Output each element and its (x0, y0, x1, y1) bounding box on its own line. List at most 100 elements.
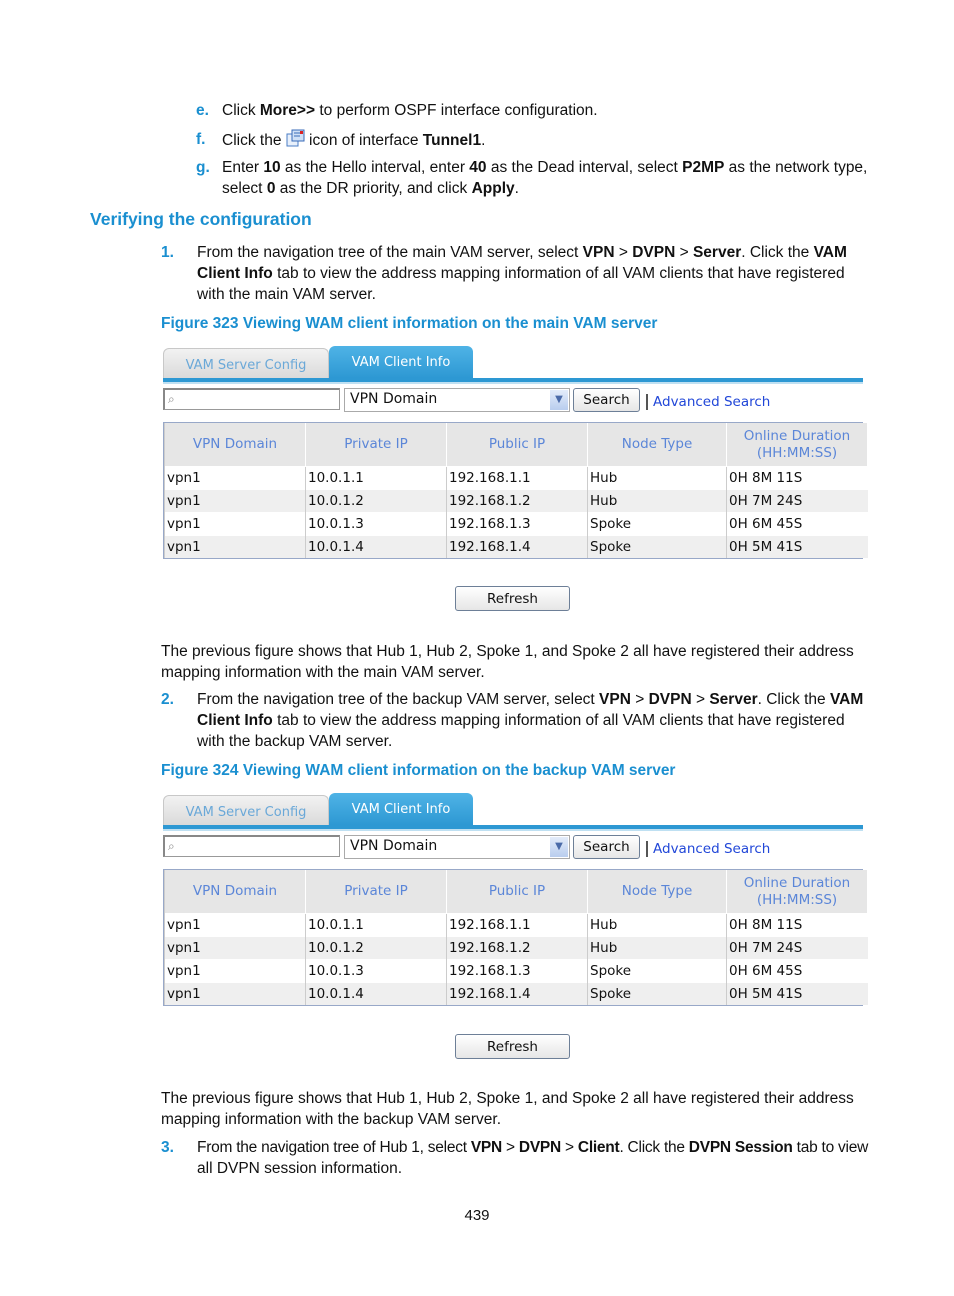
paragraph: The previous figure shows that Hub 1, Hu… (161, 643, 854, 681)
column-header[interactable]: Public IP (446, 870, 588, 914)
tab-vam-server-config[interactable]: VAM Server Config (163, 795, 329, 826)
advanced-search-link[interactable]: Advanced Search (653, 394, 770, 410)
table-row: vpn1 10.0.1.4 192.168.1.4 Spoke 0H 5M 41S (164, 535, 868, 558)
table-row: vpn1 10.0.1.3 192.168.1.3 Spoke 0H 6M 45S (164, 512, 868, 536)
advanced-search-link[interactable]: Advanced Search (653, 841, 770, 857)
refresh-button[interactable]: Refresh (455, 586, 570, 611)
table-cell: 0H 5M 41S (726, 982, 868, 1005)
client-table: VPN Domain Private IP Public IP Node Type On… (163, 869, 868, 1006)
vam-client-info-panel-main: VAM Server Config VAM Client Info ⌕ VPN … (163, 346, 868, 616)
search-bar: ⌕ VPN Domain ▼ Search Advanced Search (163, 835, 863, 861)
table-cell: Spoke (587, 512, 727, 536)
step-text-line: with the main VAM server. (197, 286, 376, 303)
refresh-button[interactable]: Refresh (455, 1034, 570, 1059)
table-cell: vpn1 (164, 535, 306, 558)
column-header[interactable]: Node Type (587, 423, 727, 467)
column-header[interactable]: Private IP (305, 870, 447, 914)
table-cell: vpn1 (164, 959, 306, 983)
bold-term: Server (709, 691, 758, 708)
table-cell: 192.168.1.3 (446, 959, 588, 983)
table-cell: 0H 6M 45S (726, 512, 868, 536)
column-header[interactable]: Online Duration (HH:MM:SS) (726, 870, 868, 914)
tab-bar: VAM Server Config VAM Client Info (163, 346, 863, 384)
step-marker: 3. (161, 1139, 174, 1156)
table-row: vpn1 10.0.1.1 192.168.1.1 Hub 0H 8M 11S (164, 466, 868, 490)
table-cell: 10.0.1.2 (305, 489, 447, 513)
bold-term: Client (577, 1139, 620, 1156)
search-button[interactable]: Search (573, 388, 640, 412)
table-cell: vpn1 (164, 982, 306, 1005)
tab-vam-server-config[interactable]: VAM Server Config (163, 348, 329, 379)
table-cell: 10.0.1.1 (305, 466, 447, 490)
table-cell: vpn1 (164, 913, 306, 937)
step-text-line: From the navigation tree of the main VAM… (197, 244, 847, 261)
step-text-line: all DVPN session information. (197, 1160, 403, 1177)
search-icon: ⌕ (168, 392, 175, 406)
chevron-down-icon[interactable]: ▼ (550, 837, 568, 857)
interface-edit-icon (286, 129, 305, 147)
bold-term: DVPN (518, 1139, 561, 1156)
search-field-select[interactable]: VPN Domain ▼ (344, 388, 570, 412)
table-cell: 0H 7M 24S (726, 489, 868, 513)
step-text: Click the icon of interface Tunnel1. (222, 129, 485, 151)
step-text-line: From the navigation tree of Hub 1, selec… (197, 1139, 869, 1156)
bold-term: P2MP (682, 159, 725, 176)
tab-vam-client-info[interactable]: VAM Client Info (329, 346, 473, 378)
step-marker: 2. (161, 691, 174, 708)
paragraph: The previous figure shows that Hub 1, Hu… (161, 1090, 854, 1128)
document-page: e. Click More>> to perform OSPF interfac… (0, 0, 954, 1296)
search-input[interactable]: ⌕ (163, 388, 340, 410)
step-text-line: Client Info tab to view the address mapp… (197, 265, 845, 282)
column-header[interactable]: Online Duration (HH:MM:SS) (726, 423, 868, 467)
table-cell: vpn1 (164, 489, 306, 513)
vam-client-info-panel-backup: VAM Server Config VAM Client Info ⌕ VPN … (163, 793, 868, 1063)
search-input[interactable]: ⌕ (163, 835, 340, 857)
column-header[interactable]: VPN Domain (164, 870, 306, 914)
bold-term: DVPN (632, 244, 676, 261)
column-header[interactable]: Public IP (446, 423, 588, 467)
separator (646, 841, 648, 857)
step-marker: 1. (161, 244, 174, 261)
table-row: vpn1 10.0.1.2 192.168.1.2 Hub 0H 7M 24S (164, 936, 868, 960)
tab-underline-light (163, 829, 863, 831)
step-text-line: with the backup VAM server. (197, 733, 393, 750)
step-text-line: select 0 as the DR priority, and click A… (222, 180, 519, 197)
tab-vam-client-info[interactable]: VAM Client Info (329, 793, 473, 825)
table-cell: 192.168.1.3 (446, 512, 588, 536)
search-field-select[interactable]: VPN Domain ▼ (344, 835, 570, 859)
search-bar: ⌕ VPN Domain ▼ Search Advanced Search (163, 388, 863, 414)
table-row: vpn1 10.0.1.4 192.168.1.4 Spoke 0H 5M 41S (164, 982, 868, 1005)
bold-term: Client Info (197, 265, 273, 282)
table-cell: 192.168.1.4 (446, 982, 588, 1005)
table-cell: 0H 6M 45S (726, 959, 868, 983)
step-marker: g. (196, 159, 210, 176)
bold-term: Client Info (197, 712, 273, 729)
column-header[interactable]: VPN Domain (164, 423, 306, 467)
table-cell: Spoke (587, 535, 727, 558)
table-cell: Hub (587, 913, 727, 937)
bold-term: Tunnel1 (422, 132, 482, 149)
bold-term: Apply (471, 180, 515, 197)
bold-term: DVPN (648, 691, 692, 708)
chevron-down-icon[interactable]: ▼ (550, 390, 568, 410)
column-header[interactable]: Private IP (305, 423, 447, 467)
table-cell: 192.168.1.1 (446, 913, 588, 937)
table-row: vpn1 10.0.1.1 192.168.1.1 Hub 0H 8M 11S (164, 913, 868, 937)
tab-bar: VAM Server Config VAM Client Info (163, 793, 863, 831)
separator (646, 394, 648, 410)
page-number: 439 (464, 1207, 490, 1224)
table-cell: 10.0.1.4 (305, 535, 447, 558)
table-cell: vpn1 (164, 936, 306, 960)
table-cell: 0H 8M 11S (726, 466, 868, 490)
table-cell: 0H 7M 24S (726, 936, 868, 960)
figure-caption: Figure 324 Viewing WAM client informatio… (161, 762, 676, 779)
table-cell: 0H 8M 11S (726, 913, 868, 937)
tab-underline-light (163, 382, 863, 384)
step-text-line: Client Info tab to view the address mapp… (197, 712, 845, 729)
bold-term: VPN (470, 1139, 502, 1156)
search-button[interactable]: Search (573, 835, 640, 859)
table-cell: 192.168.1.2 (446, 489, 588, 513)
figure-caption: Figure 323 Viewing WAM client informatio… (161, 315, 658, 332)
table-row: vpn1 10.0.1.3 192.168.1.3 Spoke 0H 6M 45S (164, 959, 868, 983)
column-header[interactable]: Node Type (587, 870, 727, 914)
